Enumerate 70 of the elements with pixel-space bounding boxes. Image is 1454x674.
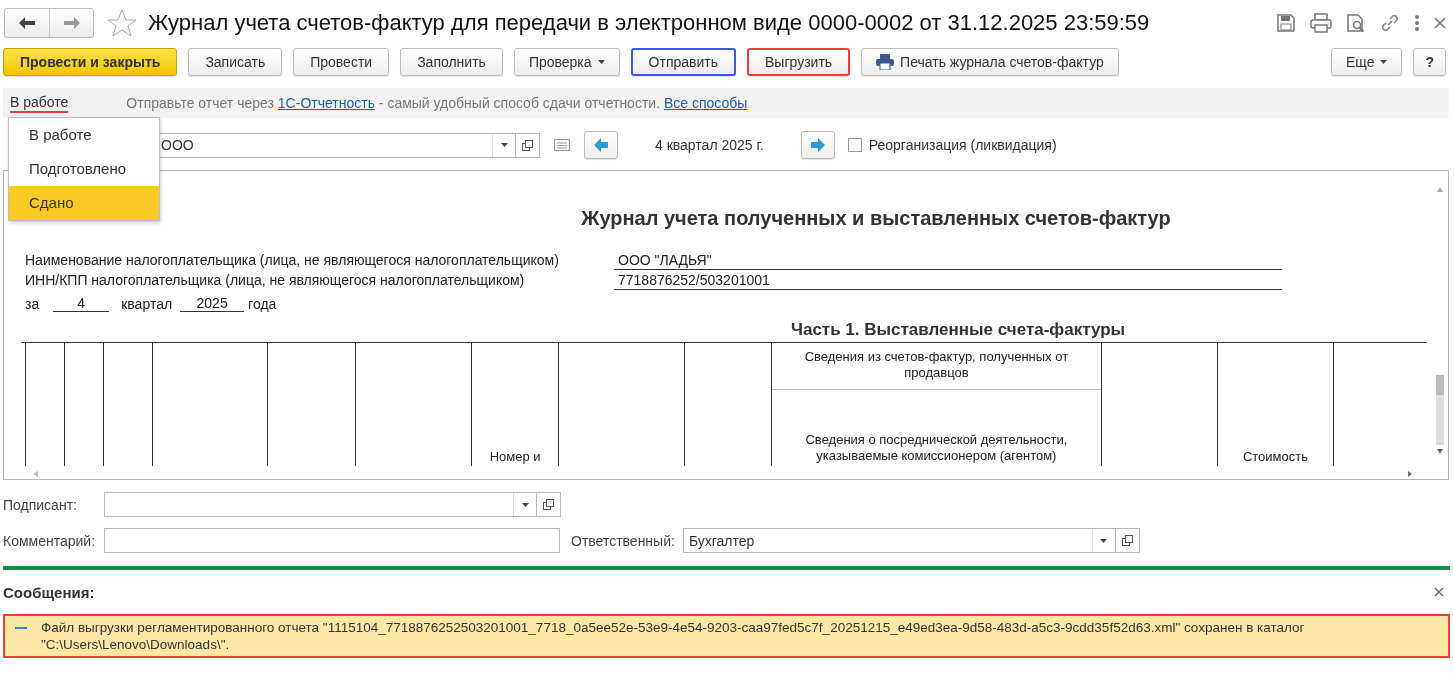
signer-field[interactable] <box>104 492 537 517</box>
status-link[interactable]: В работе <box>10 93 69 113</box>
field-label: Комментарий: <box>3 532 97 549</box>
field-label: Подписант: <box>3 496 78 513</box>
column-header: Сведения из счетов-фактур, полученных от продавцов <box>771 343 1101 390</box>
checkbox-label: Реорганизация (ликвидация) <box>868 137 1057 153</box>
star-icon[interactable] <box>106 8 138 38</box>
nav-button-group[interactable] <box>4 8 94 38</box>
print-icon[interactable] <box>1310 13 1332 33</box>
checkbox[interactable] <box>847 138 862 152</box>
period-label: 4 квартал 2025 г. <box>655 137 764 153</box>
toolbar-button[interactable]: Провести <box>293 48 390 76</box>
column-header: Стоимость <box>1242 449 1308 464</box>
caret-icon <box>1100 538 1108 543</box>
back-arrow-icon <box>18 16 36 30</box>
toolbar-button[interactable]: Выгрузить <box>747 48 851 76</box>
list-icon[interactable] <box>554 139 570 151</box>
menu-item[interactable]: Сдано <box>9 186 159 220</box>
previous-period-button[interactable] <box>584 131 618 159</box>
dash-icon <box>15 627 27 629</box>
arrow-icon <box>809 137 826 153</box>
forward-arrow-icon <box>62 16 81 30</box>
save-icon[interactable] <box>1276 13 1296 33</box>
dropdown-button[interactable]: Проверка <box>513 48 620 76</box>
info-message: Отправьте отчет через 1С-Отчетность - самый удобный способ сдачи отчетности. Все способы <box>126 95 748 111</box>
field-value: ООО "ЛАДЬЯ" <box>614 250 1282 270</box>
responsible-field[interactable]: Бухгалтер <box>682 528 1116 553</box>
open-icon <box>543 499 554 510</box>
label-text: квартал <box>121 296 173 312</box>
caret-icon <box>1380 60 1388 64</box>
arrow-icon <box>593 137 609 153</box>
comment-field[interactable] <box>104 528 560 553</box>
caret-icon <box>500 143 508 147</box>
close-icon[interactable] <box>1434 17 1446 29</box>
link-icon[interactable] <box>1380 13 1400 33</box>
field-label: ИНН/КПП налогоплательщика (лица, не являющегося налогоплательщиком) <box>25 271 526 290</box>
toolbar-button[interactable]: Заполнить <box>400 48 503 76</box>
caret-icon <box>597 60 605 64</box>
section-title: Часть 1. Выставленные счета-фактуры <box>791 320 1127 340</box>
toolbar-button[interactable]: Записать <box>188 48 283 76</box>
field-label: Наименование налогоплательщика (лица, не являющегося налогоплательщиком) <box>25 251 560 270</box>
print-button[interactable]: Печать журнала счетов-фактур <box>861 48 1119 76</box>
horizontal-scrollbar[interactable] <box>32 470 1412 478</box>
post-and-close-button[interactable]: Провести и закрыть <box>3 48 178 76</box>
print-icon <box>876 54 895 70</box>
messages-title: Сообщения: <box>3 583 95 601</box>
open-icon <box>522 139 533 151</box>
caret-icon <box>521 502 529 507</box>
column-header: Номер и <box>489 449 541 464</box>
message-text: Файл выгрузки регламентированного отчета "1115104_7718876252503201001_7718_0a5ee52e-53e9-4e54-9203-caa97fed5c7f_20251215_e49ed3ea-9d58-483d-a5c3-9cdd35f52d63.xml" сохранен в каталог "C:\Users\Lenovo\Downloads\". <box>41 619 1306 653</box>
link[interactable]: Все способы <box>663 95 748 111</box>
label-text: за <box>25 296 40 312</box>
close-icon[interactable] <box>1434 587 1444 597</box>
dropdown-button[interactable]: Еще <box>1330 48 1403 76</box>
field-label: Ответственный: <box>571 532 675 549</box>
label-text: года <box>248 296 277 312</box>
field-value: 2025 <box>180 295 245 312</box>
more-icon[interactable] <box>1414 14 1420 32</box>
vertical-scrollbar[interactable] <box>1434 185 1446 455</box>
link[interactable]: 1С-Отчетность <box>277 95 375 111</box>
open-icon <box>1121 535 1133 546</box>
window-title: Журнал учета счетов-фактур для передачи в электронном виде 0000-0002 от 31.12.2025 23:59:59 <box>148 10 1151 36</box>
field-value: 4 <box>53 295 110 312</box>
column-header: Сведения о посреднической деятельности, указываемые комиссионером (агентом) <box>804 432 1069 465</box>
help-button[interactable]: ? <box>1413 48 1446 76</box>
field-value: 7718876252/503201001 <box>614 270 1282 290</box>
preview-icon[interactable] <box>1346 13 1366 33</box>
report-title: Журнал учета полученных и выставленных счетов-фактур <box>580 207 1172 230</box>
toolbar-button[interactable]: Отправить <box>630 48 736 76</box>
next-period-button[interactable] <box>800 131 835 159</box>
